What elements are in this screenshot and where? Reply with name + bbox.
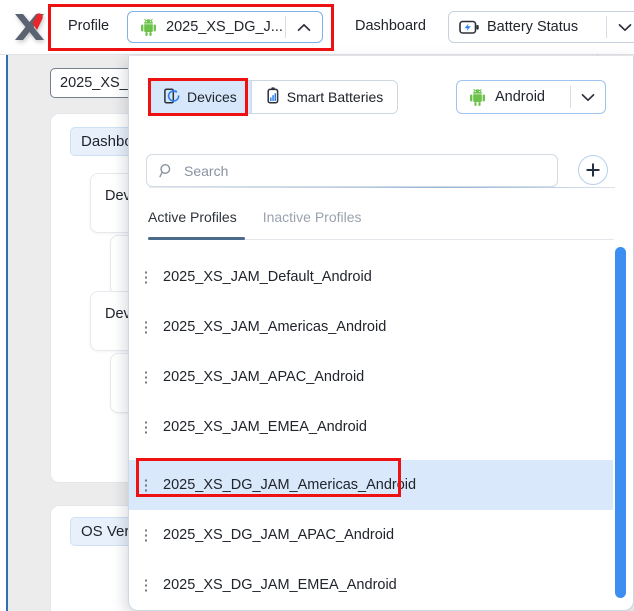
search-input-wrapper[interactable]: Search — [146, 154, 558, 187]
profile-list-item-0-label: 2025_XS_JAM_Default_Android — [163, 269, 372, 285]
profile-list-item-6-label: 2025_XS_DG_JAM_EMEA_Android — [163, 577, 397, 593]
kebab-menu-icon[interactable]: ⋮ — [129, 476, 163, 494]
profile-list-item-3[interactable]: ⋮ 2025_XS_JAM_EMEA_Android — [129, 402, 613, 452]
source-segmented-control: Devices Smart Batteries — [149, 80, 399, 114]
search-placeholder: Search — [184, 162, 229, 179]
segment-smart-batteries-label: Smart Batteries — [286, 89, 384, 105]
profile-list-item-1[interactable]: ⋮ 2025_XS_JAM_Americas_Android — [129, 302, 613, 352]
page-rail-accent — [6, 55, 8, 611]
profile-list-item-1-label: 2025_XS_JAM_Americas_Android — [163, 319, 387, 335]
chevron-up-icon[interactable] — [286, 23, 322, 32]
widget-selector-value: Battery Status — [487, 19, 579, 35]
profile-list-item-3-label: 2025_XS_JAM_EMEA_Android — [163, 419, 367, 435]
app-root: 2025_XS_DG_JA Dashboard Devices c Dev De… — [0, 0, 634, 611]
kebab-menu-icon[interactable]: ⋮ — [129, 318, 163, 336]
profile-status-tabs: Active Profiles Inactive Profiles — [148, 209, 362, 235]
kebab-menu-icon[interactable]: ⋮ — [129, 526, 163, 544]
plus-icon — [586, 163, 600, 177]
profile-list-item-4[interactable]: ⋮ 2025_XS_DG_JAM_Americas_Android — [129, 460, 613, 510]
profile-list: ⋮ 2025_XS_JAM_Default_Android ⋮ 2025_XS_… — [129, 245, 613, 610]
panel-separator — [149, 187, 615, 188]
kebab-menu-icon[interactable]: ⋮ — [129, 368, 163, 386]
battery-bolt-icon — [458, 16, 480, 38]
tab-active-profiles[interactable]: Active Profiles — [148, 209, 237, 235]
tab-inactive-profiles[interactable]: Inactive Profiles — [263, 209, 362, 235]
devices-icon — [164, 87, 180, 107]
profile-list-item-2[interactable]: ⋮ 2025_XS_JAM_APAC_Android — [129, 352, 613, 402]
xtreme-logo — [12, 10, 48, 44]
chevron-down-icon[interactable] — [571, 93, 605, 102]
profile-list-item-5[interactable]: ⋮ 2025_XS_DG_JAM_APAC_Android — [129, 510, 613, 560]
segment-smart-batteries[interactable]: Smart Batteries — [250, 81, 398, 113]
android-icon — [467, 88, 487, 106]
widget-selector[interactable]: Battery Status — [448, 11, 634, 43]
platform-selector[interactable]: Android — [456, 80, 606, 114]
profile-list-scrollbar[interactable] — [615, 247, 626, 598]
profile-list-item-5-label: 2025_XS_DG_JAM_APAC_Android — [163, 527, 395, 543]
search-icon — [159, 163, 174, 178]
platform-selector-value: Android — [495, 89, 545, 105]
segment-devices-label: Devices — [187, 89, 237, 105]
profile-list-item-2-label: 2025_XS_JAM_APAC_Android — [163, 369, 365, 385]
profile-selector[interactable]: 2025_XS_DG_J... — [127, 11, 323, 43]
kebab-menu-icon[interactable]: ⋮ — [129, 418, 163, 436]
segment-devices[interactable]: Devices — [150, 81, 251, 113]
profile-label: Profile — [68, 18, 110, 34]
profile-list-item-6[interactable]: ⋮ 2025_XS_DG_JAM_EMEA_Android — [129, 560, 613, 610]
battery-bars-icon — [266, 87, 280, 107]
android-icon — [137, 16, 159, 38]
chevron-down-icon[interactable] — [607, 23, 634, 32]
profile-list-item-4-label: 2025_XS_DG_JAM_Americas_Android — [163, 477, 417, 493]
add-profile-button[interactable] — [578, 155, 608, 185]
kebab-menu-icon[interactable]: ⋮ — [129, 576, 163, 594]
profile-selector-value: 2025_XS_DG_J... — [166, 19, 283, 35]
kebab-menu-icon[interactable]: ⋮ — [129, 268, 163, 286]
profile-tabs-active-indicator — [148, 237, 245, 240]
top-bar: Profile 2025_XS_DG_J... Dashboard Batter… — [0, 0, 634, 55]
dashboard-label: Dashboard — [355, 18, 426, 34]
profile-list-item-0[interactable]: ⋮ 2025_XS_JAM_Default_Android — [129, 252, 613, 302]
